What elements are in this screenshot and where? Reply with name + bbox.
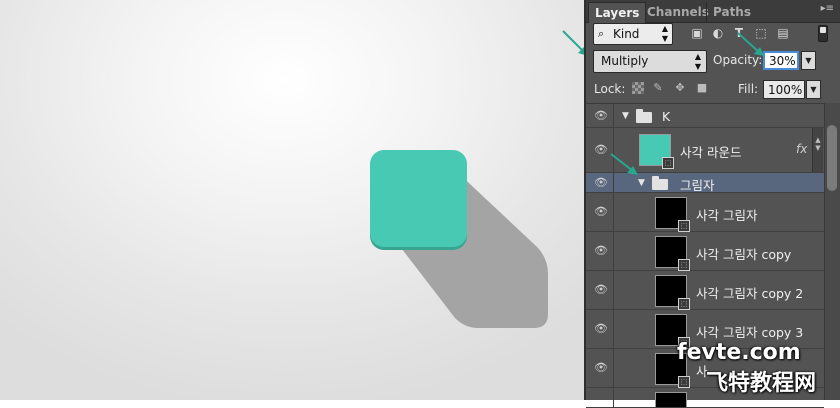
eye-icon: 👁 [594,143,608,156]
layer-name: 사각 그림자 copy 3 [696,325,804,340]
layer-name: 사각 그림자 copy [696,247,792,262]
filter-kind-select[interactable]: ⌕ Kind ▲ ▼ [593,23,673,45]
image-filter-icon[interactable]: ▣ [690,26,704,40]
search-icon: ⌕ [598,27,605,40]
panel-tabs: Layers Channels Paths ▸≡ [586,0,840,23]
layer-name: 사각 그림자 copy 2 [696,286,804,301]
blend-row: Multiply ▲ ▼ Opacity: 30% ▼ [586,32,840,75]
eye-icon: 👁 [594,322,608,335]
filter-kind-label: Kind [613,27,640,41]
scrollbar-thumb[interactable] [827,125,837,191]
blend-mode-select[interactable]: Multiply ▲ ▼ [593,50,707,73]
lock-move-icon[interactable]: ✥ [674,82,686,94]
layer-row[interactable]: 👁 ⬚ 사각 그림자 copy [586,232,824,271]
folder-icon [652,176,668,190]
visibility-toggle[interactable]: 👁 [586,310,614,348]
folder-icon [636,109,652,123]
rounded-square-shape[interactable] [370,150,467,247]
filter-toggle[interactable] [818,25,828,42]
vector-mask-icon: ⬚ [678,259,690,271]
document-canvas[interactable] [0,0,584,400]
fx-icon[interactable]: fx [796,142,807,156]
vector-mask-icon: ⬚ [678,376,690,388]
fill-label: Fill: [738,82,759,96]
tab-paths[interactable]: Paths [706,2,757,22]
eye-icon: 👁 [594,205,608,218]
annotation-arrow-blend [562,30,584,55]
lock-transparency-icon[interactable] [632,82,644,94]
blend-mode-value: Multiply [601,54,649,68]
eye-icon: 👁 [594,361,608,374]
lock-all-icon[interactable]: ■ [696,82,708,94]
layer-name: K [662,109,671,124]
layer-row[interactable]: 👁 ▼ K [586,104,824,128]
eye-icon: 👁 [594,283,608,296]
opacity-dropdown-button[interactable]: ▼ [801,51,816,70]
layer-name: 사각 그림자 [696,208,758,223]
spinner-icon: ▲ ▼ [694,52,701,71]
visibility-toggle[interactable]: 👁 [586,271,614,309]
fill-input[interactable]: 100% [763,80,805,99]
filter-row: ⌕ Kind ▲▼ ▣ ◐ T ⬚ ▤ [586,23,840,47]
smart-object-filter-icon[interactable]: ▤ [776,26,790,40]
long-shadow-shape [395,170,548,328]
layer-thumbnail: ⬚ [655,197,690,232]
vector-mask-icon: ⬚ [678,220,690,232]
layer-row-selected[interactable]: 👁 ▼ 그림자 [586,153,824,193]
lock-row: Lock: ✎ ✥ ■ Fill: 100% ▼ [586,78,840,102]
panel-menu-icon[interactable]: ▸≡ [821,3,834,14]
lock-label: Lock: [594,82,626,96]
eye-icon: 👁 [594,244,608,257]
visibility-toggle[interactable]: 👁 [586,104,614,127]
tab-layers[interactable]: Layers [588,2,647,23]
layers-scrollbar[interactable] [824,103,840,400]
fill-dropdown-button[interactable]: ▼ [806,80,821,99]
visibility-toggle[interactable]: 👁 [586,349,614,387]
spinner-icon: ▲ ▼ [661,24,668,43]
visibility-toggle[interactable]: 👁 [586,193,614,231]
watermark-site-cn: 飞特教程网 [706,371,817,396]
watermark-site: fevte.com [677,340,801,365]
effects-expand-button[interactable]: ▲ ▼ [812,128,823,172]
layer-name: 사각 라운드 [680,145,742,160]
triangle-down-icon[interactable]: ▼ [622,111,629,121]
layer-thumbnail: ⬚ [655,236,690,271]
layer-row[interactable]: 👁 ⬚ 사각 그림자 copy 2 [586,271,824,310]
visibility-toggle[interactable] [586,388,614,407]
layer-name: 그림자 [680,178,715,193]
eye-icon: 👁 [594,109,608,122]
eye-icon: 👁 [594,176,608,189]
layer-thumbnail: ⬚ [639,134,674,169]
layer-thumbnail: ⬚ [655,275,690,310]
adjustment-filter-icon[interactable]: ◐ [711,26,725,40]
lock-brush-icon[interactable]: ✎ [652,82,664,94]
layer-row[interactable]: 👁 ⬚ 사각 그림자 [586,193,824,232]
vector-mask-icon: ⬚ [662,157,674,169]
vector-mask-icon: ⬚ [678,298,690,310]
visibility-toggle[interactable]: 👁 [586,232,614,270]
annotation-arrow-opacity [737,32,764,56]
annotation-arrow-group [610,153,638,175]
tab-channels[interactable]: Channels [641,2,715,22]
